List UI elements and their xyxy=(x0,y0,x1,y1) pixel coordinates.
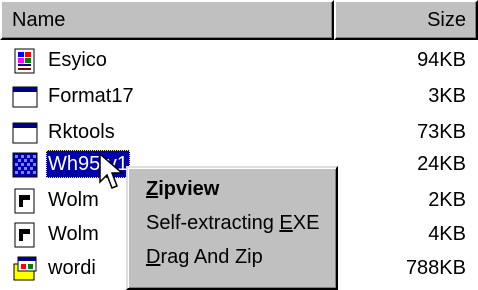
file-row[interactable]: Esyico 94KB xyxy=(0,44,478,76)
menu-item-drag-and-zip[interactable]: Drag And Zip xyxy=(146,242,263,272)
menu-item-zipview[interactable]: Zipview xyxy=(146,174,219,204)
window-app-icon xyxy=(12,122,38,144)
file-row[interactable]: Rktools 73KB xyxy=(0,116,478,148)
size-column-header[interactable]: Size xyxy=(334,0,478,40)
menu-item-label: ipview xyxy=(158,178,220,200)
document-icon xyxy=(14,222,35,248)
file-name: Wolm xyxy=(48,223,99,245)
file-size: 4KB xyxy=(428,223,466,245)
file-name: Esyico xyxy=(48,49,107,71)
file-name: wordi xyxy=(48,257,96,279)
file-size: 24KB xyxy=(417,153,466,175)
document-icon xyxy=(14,188,35,214)
context-menu: Zipview Self-extracting EXE Drag And Zip xyxy=(126,166,338,290)
file-name: Rktools xyxy=(48,121,115,143)
archive-icon xyxy=(12,152,38,178)
file-row[interactable]: Format17 3KB xyxy=(0,80,478,112)
file-size: 73KB xyxy=(417,121,466,143)
file-name: Format17 xyxy=(48,85,134,107)
mouse-pointer-icon xyxy=(99,152,125,189)
column-header: Name Size xyxy=(0,0,478,40)
menu-item-label: XE xyxy=(292,212,320,234)
name-column-header[interactable]: Name xyxy=(0,0,334,40)
file-size: 788KB xyxy=(405,257,466,279)
menu-item-accelerator: E xyxy=(279,212,293,234)
file-icon xyxy=(14,48,35,74)
file-name: Wolm xyxy=(48,189,99,211)
window-app-icon xyxy=(12,86,38,108)
file-size: 2KB xyxy=(428,189,466,211)
file-size: 94KB xyxy=(417,49,466,71)
menu-item-self-extracting-exe[interactable]: Self-extracting EXE xyxy=(146,208,319,238)
menu-item-label: rag And Zip xyxy=(160,246,263,268)
file-size: 3KB xyxy=(428,85,466,107)
menu-item-accelerator: Z xyxy=(146,178,159,200)
menu-item-label: Self-extracting xyxy=(146,212,280,234)
menu-item-accelerator: D xyxy=(146,246,161,268)
setup-icon xyxy=(13,256,37,281)
file-list-window: Name Size Esyico 94KB Format17 3KB Rktoo… xyxy=(0,0,478,290)
